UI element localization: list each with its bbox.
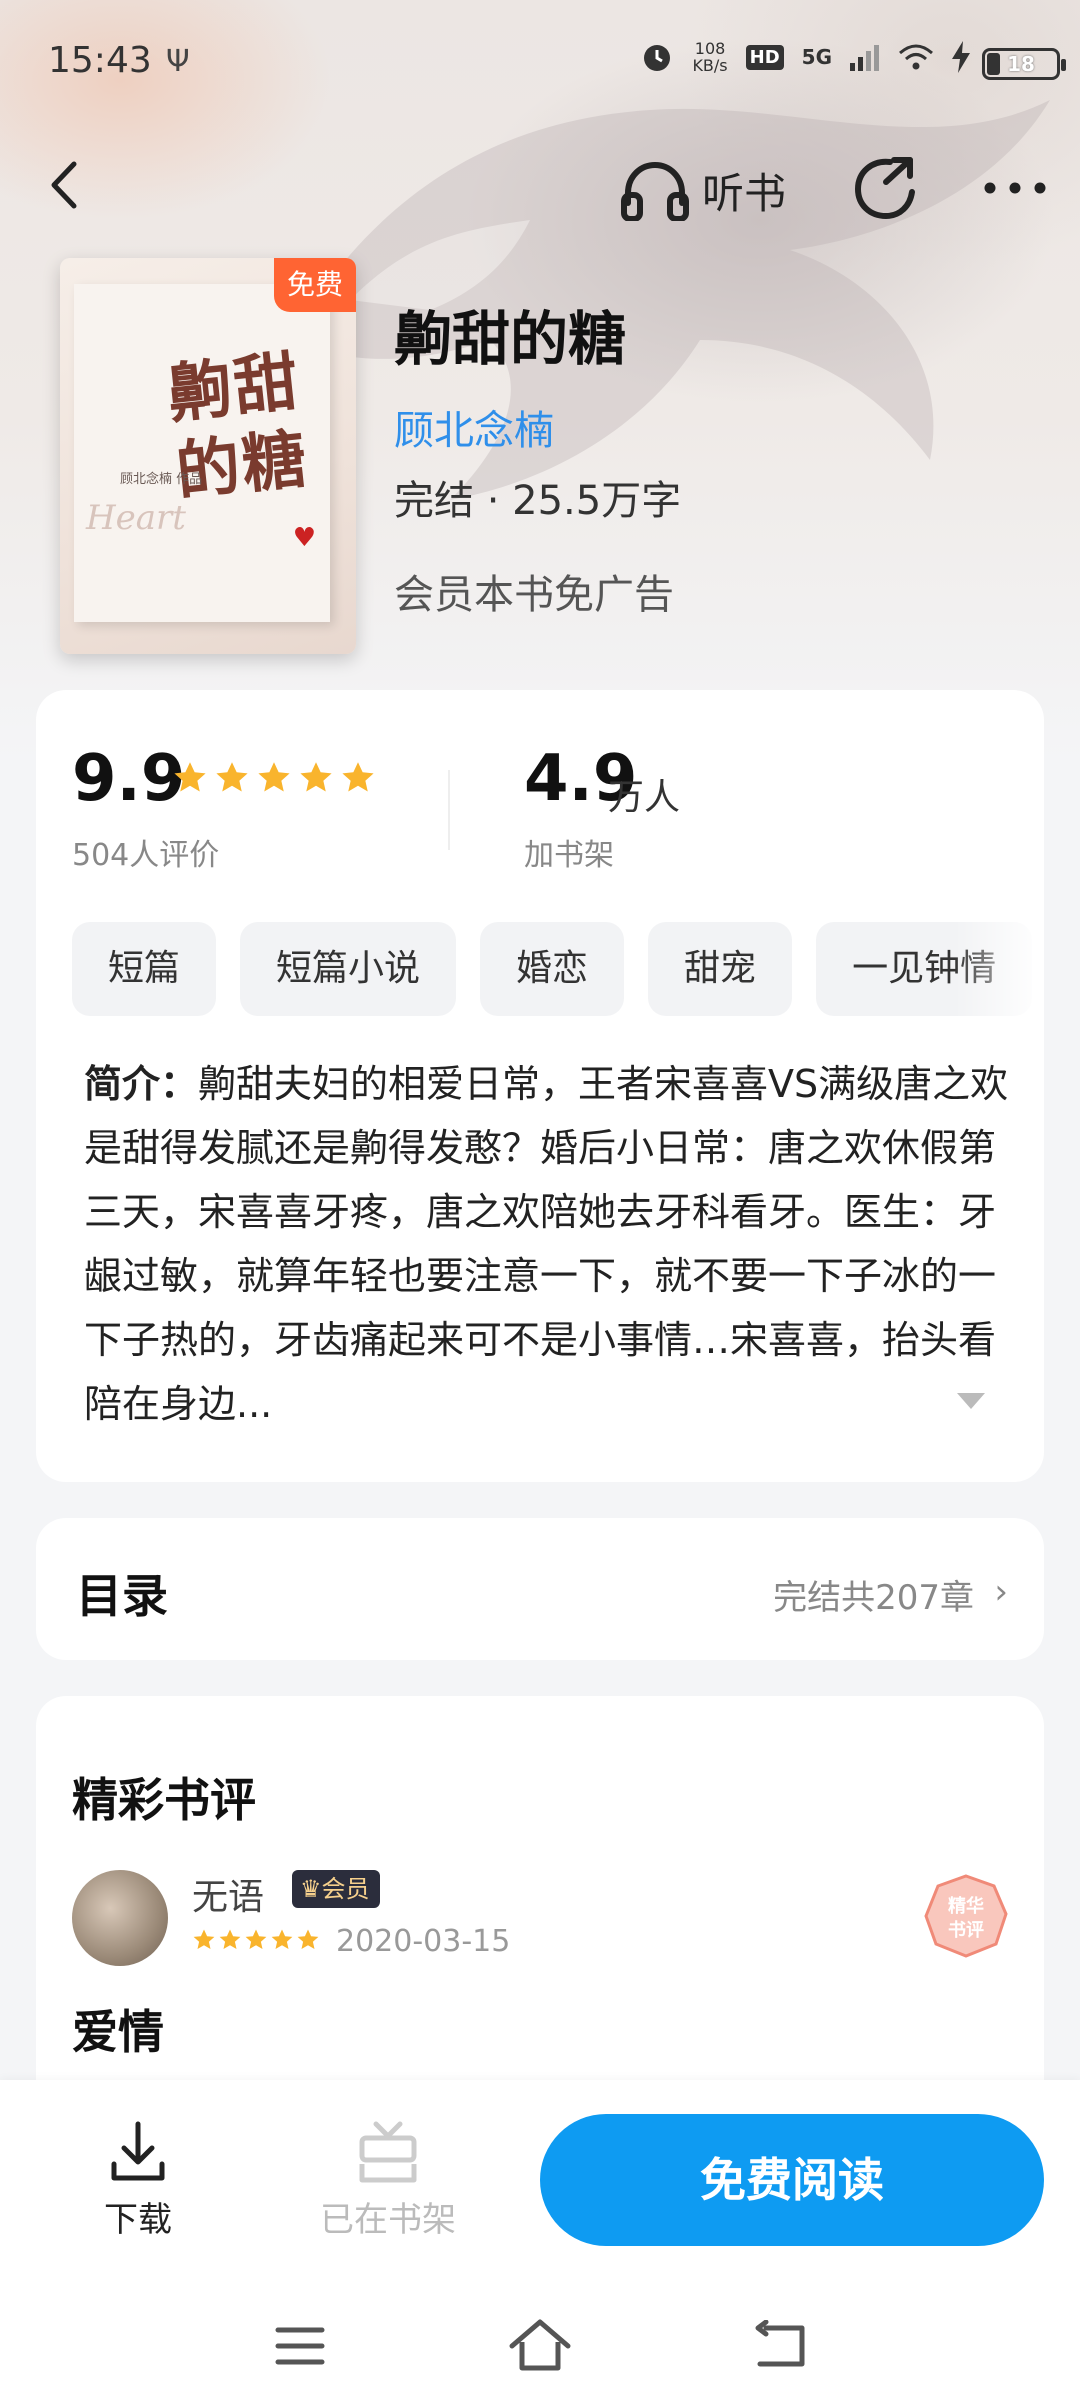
star-icon: [193, 1929, 215, 1949]
status-bar: 15:43 Ψ 108 KB/s HD 5G 18: [0, 0, 1080, 128]
tag-chip[interactable]: 甜宠: [648, 922, 793, 1016]
seal-text-top: 精华: [948, 1895, 984, 1917]
download-button[interactable]: 下载: [104, 2120, 172, 2241]
vip-badge-label: 会员: [321, 1875, 370, 1903]
more-options-button[interactable]: [980, 155, 1050, 221]
bookshelf-icon: [359, 2121, 417, 2183]
usb-icon: Ψ: [166, 44, 190, 79]
tag-chip[interactable]: 短篇: [72, 922, 217, 1016]
intro-text: 齁甜夫妇的相爱日常，王者宋喜喜VS满级唐之欢是甜得发腻还是齁得发憨？婚后小日常：…: [84, 1062, 1009, 1426]
star-icon: [342, 762, 374, 792]
review-title[interactable]: 爱情: [72, 1996, 164, 2062]
network-type: 5G: [801, 45, 832, 69]
shelf-count-label: 加书架: [524, 838, 614, 873]
review-stars: [192, 1928, 320, 1952]
toc-status: 完结共207章: [773, 1578, 974, 1618]
star-icon: [219, 1929, 241, 1949]
on-shelf-label: 已在书架: [320, 2200, 456, 2240]
rating-stars: [172, 760, 376, 796]
battery-level: 18: [1007, 52, 1035, 76]
listen-label: 听书: [702, 168, 787, 218]
tag-chip[interactable]: 短篇小说: [240, 922, 457, 1016]
free-read-button[interactable]: 免费阅读: [540, 2114, 1044, 2246]
book-cover[interactable]: 齁甜的糖 顾北念楠 作品 Heart ♥: [60, 258, 356, 654]
hd-icon: HD: [745, 44, 784, 70]
stats-divider: [448, 770, 450, 850]
back-button[interactable]: [36, 150, 96, 220]
book-intro[interactable]: 简介：齁甜夫妇的相爱日常，王者宋喜喜VS满级唐之欢是甜得发腻还是齁得发憨？婚后小…: [84, 1052, 1024, 1436]
cover-heart-text: Heart: [86, 498, 186, 538]
wifi-icon: [899, 44, 933, 70]
featured-review-seal-icon: 精华 书评: [924, 1874, 1008, 1958]
headphones-icon: [621, 161, 689, 221]
alarm-icon: [644, 45, 671, 71]
home-icon[interactable]: [508, 2318, 572, 2372]
book-title: 齁甜的糖: [394, 305, 627, 373]
free-badge: 免费: [274, 258, 356, 312]
star-icon: [216, 762, 248, 792]
battery-icon: 18: [982, 48, 1066, 80]
crown-icon: ♛: [300, 1875, 322, 1903]
star-icon: [258, 762, 290, 792]
status-time: 15:43: [48, 40, 152, 81]
book-meta: 完结 · 25.5万字: [394, 478, 682, 524]
review-date: 2020-03-15: [336, 1924, 511, 1959]
recent-apps-icon[interactable]: [274, 2324, 326, 2368]
listen-button[interactable]: 听书: [620, 155, 786, 225]
download-label: 下载: [104, 2200, 172, 2240]
reviews-heading: 精彩书评: [72, 1773, 256, 1827]
tag-list: 短篇 短篇小说 婚恋 甜宠 一见钟情: [72, 922, 1044, 1016]
shelf-count-unit: 万人: [608, 777, 681, 818]
share-button[interactable]: [850, 152, 916, 222]
table-of-contents[interactable]: 目录 完结共207章 ›: [36, 1518, 1044, 1660]
rating-count[interactable]: 504人评价: [72, 830, 219, 874]
cover-author: 顾北念楠 作品: [120, 472, 203, 487]
tags-fade: [954, 922, 1044, 1016]
cover-heart-icon: ♥: [292, 523, 316, 553]
on-shelf-button[interactable]: 已在书架: [320, 2120, 456, 2241]
star-icon: [174, 762, 206, 792]
signal-icon: [850, 45, 879, 71]
star-icon: [245, 1929, 267, 1949]
back-icon[interactable]: [752, 2320, 808, 2370]
toc-title: 目录: [76, 1569, 168, 1623]
star-icon: [271, 1929, 293, 1949]
vip-adfree-note: 会员本书免广告: [394, 572, 674, 618]
seal-text-bottom: 书评: [948, 1920, 984, 1941]
system-navigation-bar: [0, 2290, 1080, 2400]
chevron-right-icon: ›: [994, 1572, 1008, 1612]
rating-score: 9.9: [72, 742, 186, 816]
avatar[interactable]: [72, 1870, 168, 1966]
download-icon: [111, 2121, 165, 2181]
network-speed: 108 KB/s: [692, 39, 728, 75]
star-icon: [297, 1929, 319, 1949]
star-icon: [300, 762, 332, 792]
expand-down-icon[interactable]: [954, 1390, 988, 1412]
reviewer-name[interactable]: 无语: [192, 1868, 264, 1920]
book-info-card: 9.9 504人评价 4.9 万人 加书架 短篇 短篇小说 婚恋 甜宠 一见钟情…: [36, 690, 1044, 1482]
intro-label: 简介：: [84, 1062, 199, 1106]
tag-chip[interactable]: 婚恋: [480, 922, 625, 1016]
author-link[interactable]: 顾北念楠: [394, 398, 554, 456]
vip-badge: ♛会员: [292, 1870, 380, 1908]
charging-icon: [952, 41, 970, 73]
